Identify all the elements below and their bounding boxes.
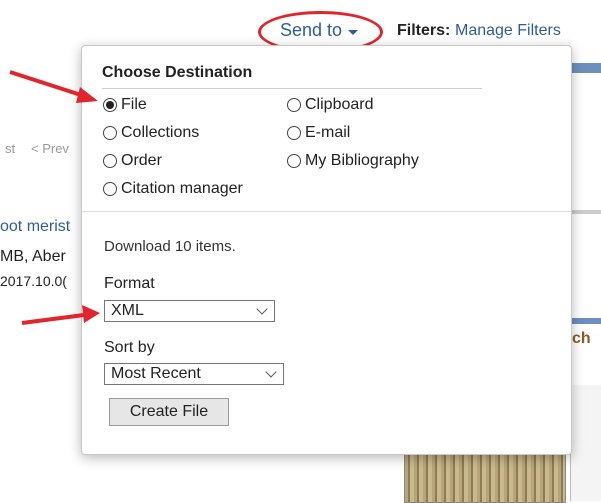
arrow-to-format-icon	[21, 305, 100, 325]
annotation-arrows	[9, 70, 100, 325]
arrow-to-file-icon	[9, 70, 98, 103]
